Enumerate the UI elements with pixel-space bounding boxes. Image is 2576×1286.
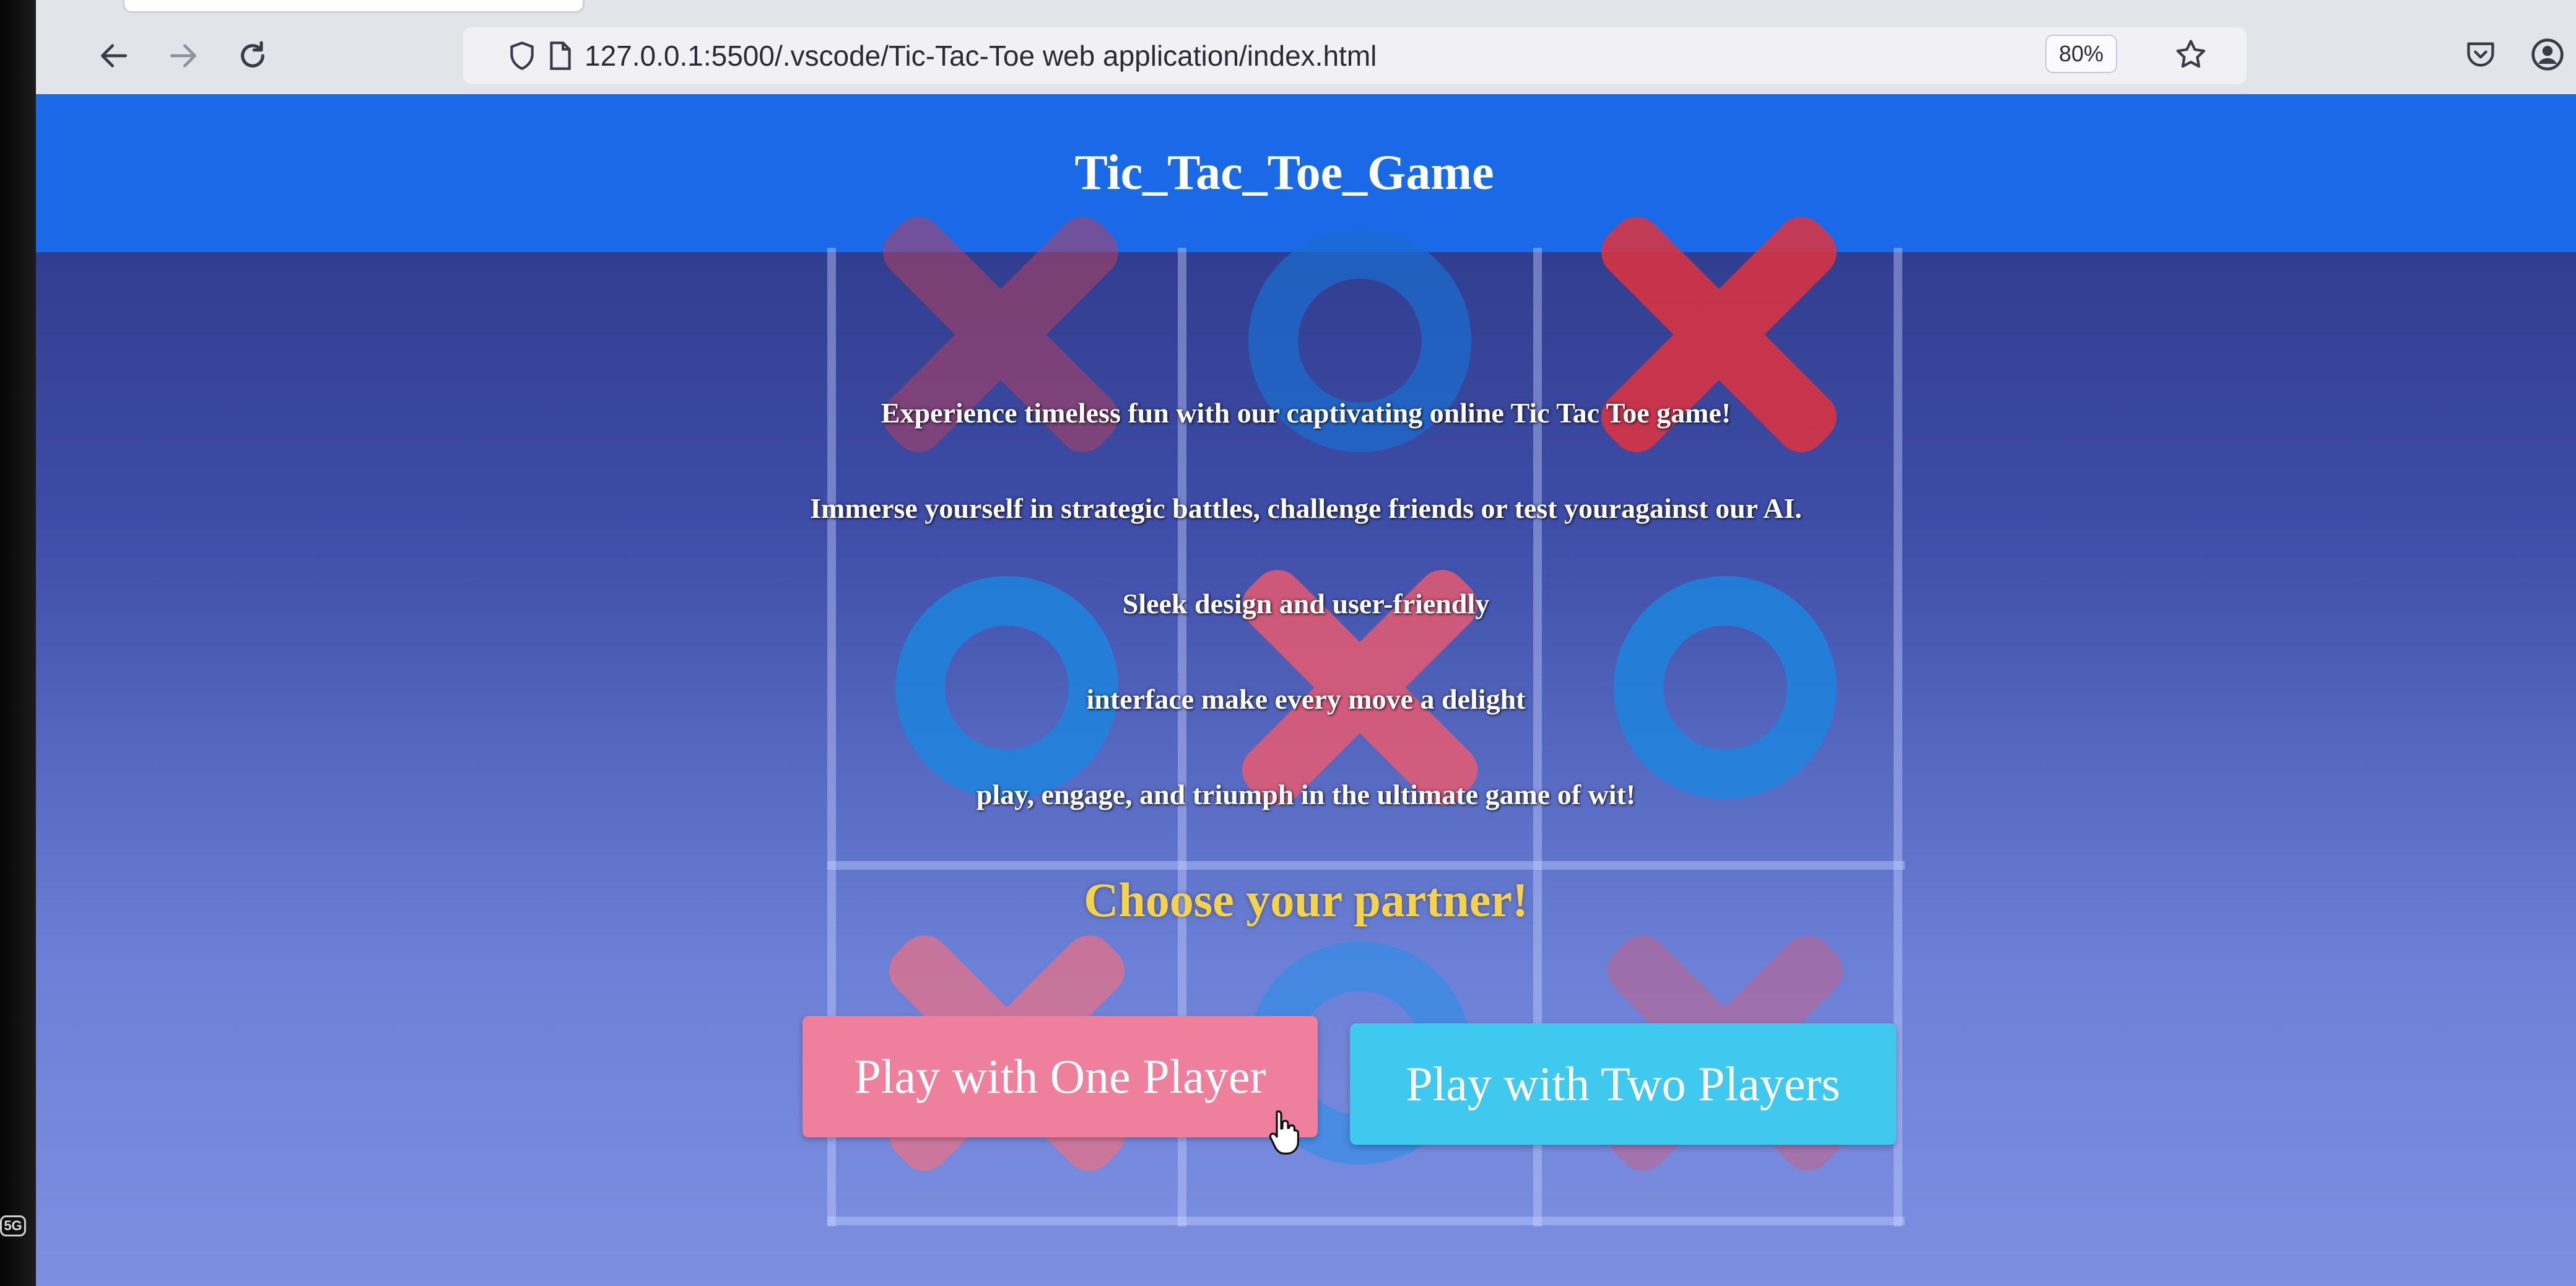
page-icon[interactable] [539, 27, 582, 84]
browser-window: 127.0.0.1:5500/.vscode/Tic-Tac-Toe web a… [36, 0, 2576, 1286]
play-one-player-button[interactable]: Play with One Player [803, 1016, 1318, 1137]
intro-line: Sleek design and user-friendly [1122, 588, 1490, 619]
intro-line: interface make every move a delight [1086, 683, 1526, 715]
grid-line [827, 861, 1905, 870]
intro-line: Immerse yourself in strategic battles, c… [810, 492, 1802, 524]
hand-cursor-icon [1269, 1110, 1299, 1155]
play-two-players-button[interactable]: Play with Two Players [1350, 1023, 1896, 1145]
browser-toolbar: 127.0.0.1:5500/.vscode/Tic-Tac-Toe web a… [36, 0, 2576, 95]
device-bezel: 5G [0, 0, 36, 1286]
address-bar[interactable]: 127.0.0.1:5500/.vscode/Tic-Tac-Toe web a… [463, 27, 2247, 84]
star-icon[interactable] [2166, 30, 2216, 79]
shield-icon[interactable] [500, 27, 544, 84]
o-mark [1230, 211, 1490, 471]
intro-line: Experience timeless fun with our captiva… [881, 397, 1731, 429]
arrow-right-icon[interactable] [160, 32, 207, 79]
network-badge: 5G [0, 1215, 26, 1236]
account-icon[interactable] [2523, 30, 2572, 79]
arrow-left-icon[interactable] [90, 32, 137, 79]
intro-line: play, engage, and triumph in the ultimat… [976, 779, 1636, 810]
grid-line [827, 1217, 1905, 1225]
reload-icon[interactable] [229, 32, 276, 79]
active-tab[interactable] [123, 0, 585, 13]
zoom-level-badge[interactable]: 80% [2045, 35, 2117, 73]
url-text[interactable]: 127.0.0.1:5500/.vscode/Tic-Tac-Toe web a… [585, 27, 1377, 84]
choose-partner-heading: Choose your partner! [1084, 873, 1528, 927]
pocket-icon[interactable] [2456, 30, 2505, 79]
